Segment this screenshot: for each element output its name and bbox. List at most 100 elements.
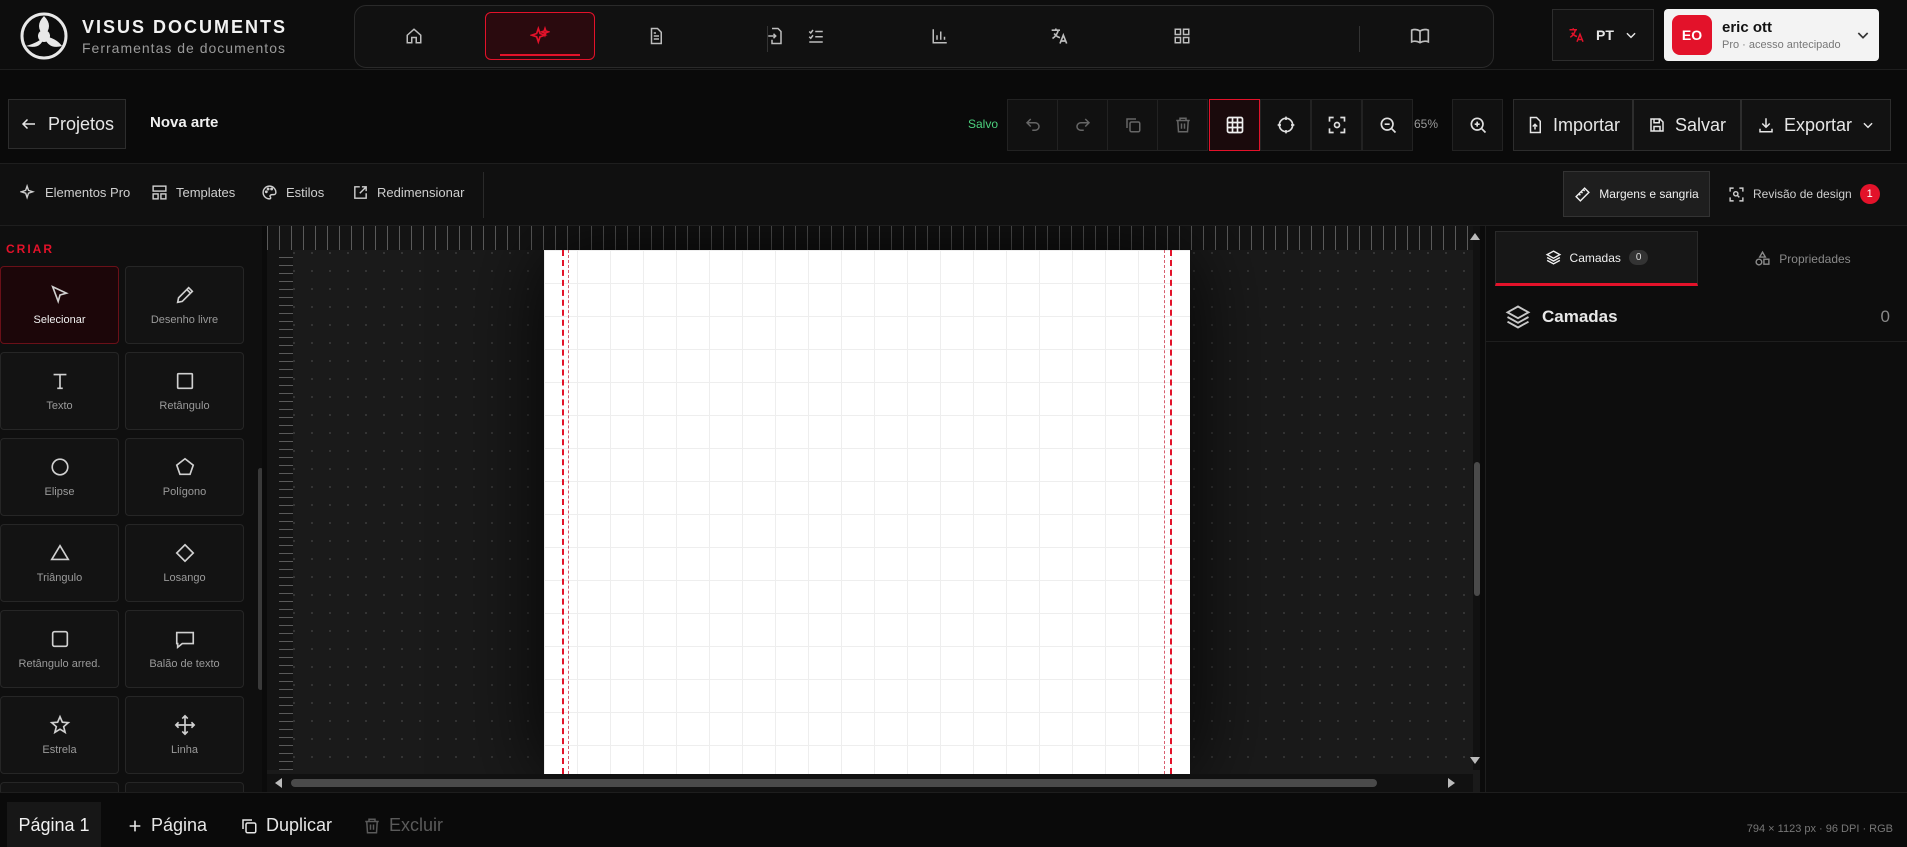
nav-guide[interactable] <box>1365 12 1475 60</box>
language-selector[interactable]: PT <box>1552 9 1654 61</box>
add-page-button[interactable]: Página <box>127 815 207 836</box>
tool-diamond[interactable]: Losango <box>125 524 244 602</box>
tool-freehand[interactable]: Desenho livre <box>125 266 244 344</box>
resize-icon <box>354 186 367 199</box>
tool-rounded-rectangle[interactable]: Retângulo arred. <box>0 610 119 688</box>
margins-bleed-label: Margens e sangria <box>1599 187 1699 201</box>
tool-star[interactable]: Estrela <box>0 696 119 774</box>
brand-title: VISUS DOCUMENTS <box>82 16 288 37</box>
tool-label: Retângulo <box>159 400 210 412</box>
grid-toggle-button[interactable] <box>1209 99 1260 151</box>
tool-select[interactable]: Selecionar <box>0 266 119 344</box>
snap-button[interactable] <box>1260 99 1311 151</box>
tool-label: Balão de texto <box>149 658 220 670</box>
export-label: Exportar <box>1783 114 1853 135</box>
tool-ellipse[interactable]: Elipse <box>0 438 119 516</box>
resize-button[interactable]: Redimensionar <box>352 184 464 201</box>
styles-button[interactable]: Estilos <box>261 184 324 201</box>
tool-more[interactable] <box>0 782 119 792</box>
zoom-in-icon <box>1470 117 1486 134</box>
zoom-in-button[interactable] <box>1452 99 1503 151</box>
shapes-icon <box>1755 250 1770 266</box>
back-to-projects-button[interactable]: Projetos <box>8 99 126 149</box>
delete-button[interactable] <box>1157 99 1208 151</box>
tool-rectangle[interactable]: Retângulo <box>125 352 244 430</box>
nav-charts[interactable] <box>885 12 995 60</box>
document-title[interactable]: Nova arte <box>150 114 218 131</box>
chevron-down-icon <box>1863 122 1873 129</box>
tool-text[interactable]: Texto <box>0 352 119 430</box>
add-page-label: Página <box>151 815 208 835</box>
top-bar: VISUS DOCUMENTS Ferramentas de documento… <box>0 0 1907 70</box>
design-review-button[interactable]: Revisão de design 1 <box>1728 184 1880 204</box>
trash-icon <box>365 818 379 833</box>
nav-apps[interactable] <box>1127 12 1237 60</box>
brand[interactable]: VISUS DOCUMENTS Ferramentas de documento… <box>20 12 287 60</box>
right-panel: Camadas 0 Propriedades Camadas 0 <box>1485 226 1907 792</box>
artboard-page[interactable] <box>544 250 1190 774</box>
nav-checklist[interactable] <box>761 12 871 60</box>
grid-icon <box>1174 28 1190 44</box>
undo-icon <box>1025 118 1040 131</box>
pro-elements-button[interactable]: Elementos Pro <box>20 184 130 201</box>
triangle-icon <box>49 544 70 561</box>
circle-icon <box>50 458 69 476</box>
layers-header: Camadas 0 <box>1486 292 1907 342</box>
sparkle-icon <box>20 184 35 200</box>
scroll-left-icon[interactable] <box>273 777 283 789</box>
nav-translate[interactable] <box>1005 12 1115 60</box>
tool-label: Losango <box>163 572 206 584</box>
chevron-down-icon <box>1626 32 1636 39</box>
tool-line[interactable]: Linha <box>125 696 244 774</box>
tool-more[interactable] <box>125 782 244 792</box>
scroll-down-icon[interactable] <box>1469 756 1480 766</box>
user-name: eric ott <box>1722 19 1773 36</box>
zoom-out-button[interactable] <box>1362 99 1413 151</box>
vertical-scrollbar-thumb[interactable] <box>1474 462 1480 596</box>
canvas-area[interactable] <box>267 226 1480 792</box>
margins-bleed-button[interactable]: Margens e sangria <box>1563 171 1710 217</box>
tab-properties-label: Propriedades <box>1779 251 1851 266</box>
delete-page-button[interactable]: Excluir <box>363 815 443 836</box>
zoom-level: 65% <box>1414 117 1439 131</box>
page-tab-1[interactable]: Página 1 <box>7 802 101 847</box>
duplicate-button[interactable] <box>1107 99 1158 151</box>
main-nav <box>354 5 1494 68</box>
brand-logo-icon <box>20 12 68 60</box>
fit-view-button[interactable] <box>1311 99 1362 151</box>
scroll-right-icon[interactable] <box>1447 777 1457 789</box>
ruler-icon <box>1575 186 1591 202</box>
editor-toolbar: Projetos Nova arte Salvo 65% Importar Sa… <box>0 70 1907 164</box>
secondary-toolbar: Elementos Pro Templates Estilos Redimens… <box>0 164 1907 226</box>
save-button[interactable]: Salvar <box>1633 99 1741 151</box>
layers-icon <box>1505 304 1531 329</box>
templates-button[interactable]: Templates <box>151 184 235 201</box>
layers-count: 0 <box>1880 306 1890 326</box>
home-icon <box>406 28 422 44</box>
tool-label: Texto <box>46 400 73 412</box>
import-button[interactable]: Importar <box>1513 99 1633 151</box>
tab-layers[interactable]: Camadas 0 <box>1495 231 1698 286</box>
vertical-ruler <box>267 250 293 770</box>
horizontal-scrollbar-thumb[interactable] <box>291 779 1377 787</box>
tab-properties[interactable]: Propriedades <box>1701 231 1904 286</box>
undo-button[interactable] <box>1007 99 1058 151</box>
translate-icon <box>1051 28 1068 44</box>
nav-home[interactable] <box>359 12 469 60</box>
nav-design[interactable] <box>485 12 595 60</box>
nav-documents[interactable] <box>601 12 711 60</box>
tool-triangle[interactable]: Triângulo <box>0 524 119 602</box>
redo-button[interactable] <box>1057 99 1108 151</box>
star-icon <box>49 714 70 735</box>
tool-polygon[interactable]: Polígono <box>125 438 244 516</box>
user-menu[interactable]: EO eric ott Pro · acesso antecipado <box>1664 9 1879 61</box>
export-button[interactable]: Exportar <box>1741 99 1891 151</box>
tools-scrollbar[interactable] <box>258 468 262 690</box>
move-arrows-icon <box>174 714 195 736</box>
tool-speech-bubble[interactable]: Balão de texto <box>125 610 244 688</box>
pages-bar: Página 1 Página Duplicar Excluir 794 × 1… <box>0 792 1907 847</box>
grid-table-icon <box>1226 116 1243 134</box>
tab-layers-label: Camadas <box>1569 250 1621 265</box>
scroll-up-icon[interactable] <box>1469 231 1480 241</box>
duplicate-page-button[interactable]: Duplicar <box>240 815 332 836</box>
